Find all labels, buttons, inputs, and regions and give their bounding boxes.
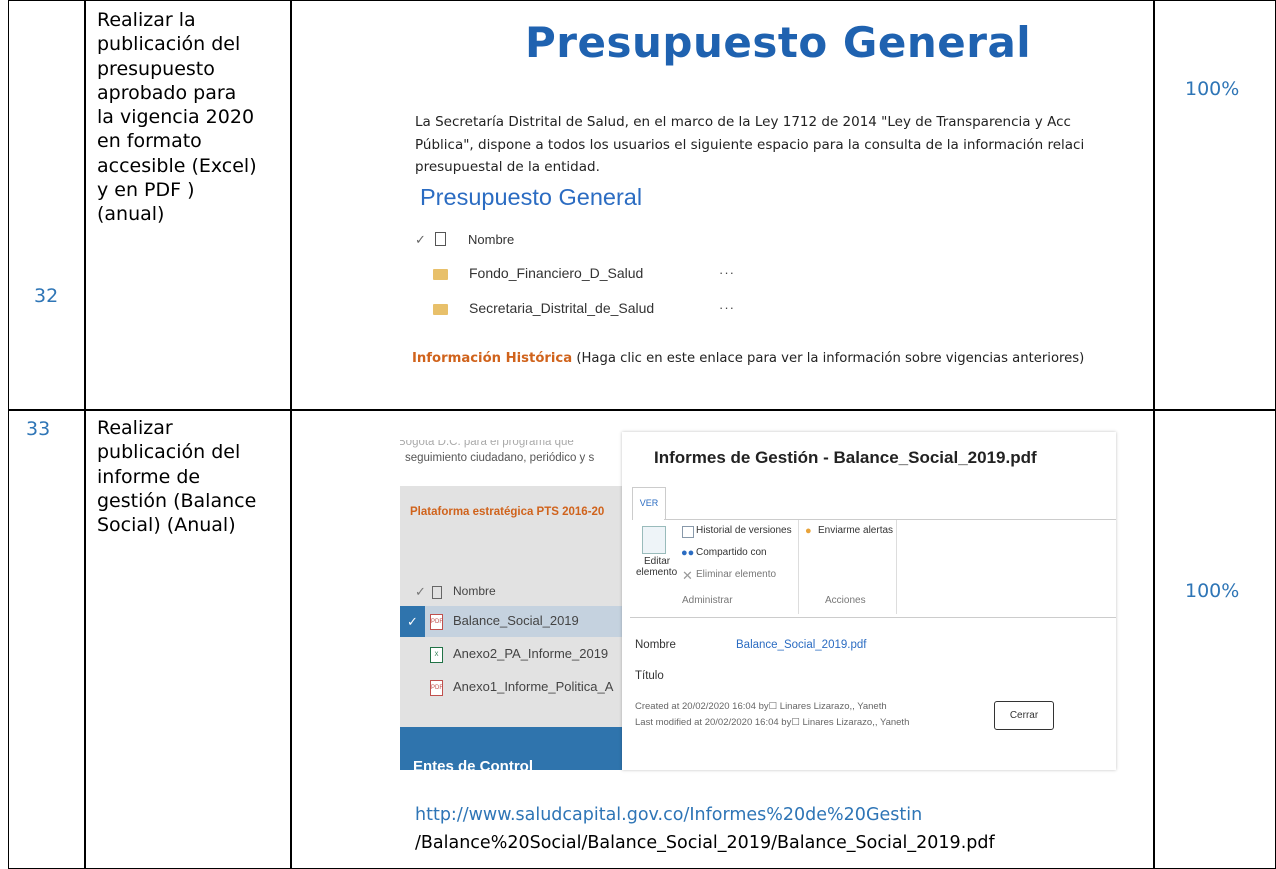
evidence-url-line-2: /Balance%20Social/Balance_Social_2019/Ba… (415, 833, 995, 853)
name-column-header[interactable]: Nombre (468, 232, 514, 247)
name-column-header[interactable]: Nombre (453, 584, 496, 598)
row-33-pct-cell (1153, 409, 1276, 869)
row-number: 32 (34, 285, 59, 307)
created-info: Created at 20/02/2020 16:04 by☐ Linares … (635, 701, 887, 712)
document-icon (435, 232, 446, 246)
edit-item-label-1[interactable]: Editar (644, 556, 670, 567)
row-32-pct-cell (1153, 0, 1276, 411)
more-options-icon[interactable]: ··· (719, 300, 735, 315)
evidence-url-line-1[interactable]: http://www.saludcapital.gov.co/Informes%… (415, 805, 922, 825)
document-library-screenshot: Bogotá D.C. para el programa que seguimi… (400, 440, 628, 770)
desc-line: publicación del (97, 441, 241, 464)
file-name[interactable]: Balance_Social_2019 (453, 613, 579, 628)
dialog-title: Informes de Gestión - Balance_Social_201… (654, 448, 1037, 467)
file-row[interactable]: PDF Anexo1_Informe_Politica_A (400, 672, 628, 703)
historical-info-link[interactable]: Información Histórica (412, 351, 572, 366)
folder-name[interactable]: Secretaria_Distrital_de_Salud (469, 300, 654, 316)
tab-ver[interactable]: VER (632, 487, 666, 520)
name-value-link[interactable]: Balance_Social_2019.pdf (736, 639, 866, 651)
completion-percent: 100% (1185, 580, 1240, 602)
alert-me-button[interactable]: Enviarme alertas (818, 525, 893, 536)
pdf-icon: PDF (430, 680, 443, 696)
file-row[interactable]: X Anexo2_PA_Informe_2019 (400, 639, 628, 670)
selected-check-icon[interactable]: ✓ (400, 606, 425, 637)
file-name[interactable]: Anexo1_Informe_Politica_A (453, 679, 613, 694)
desc-line: aprobado para (97, 81, 237, 104)
bell-icon: ● (805, 525, 812, 537)
desc-line: publicación del (97, 33, 241, 56)
desc-line: Realizar (97, 417, 173, 439)
close-button[interactable]: Cerrar (994, 701, 1054, 730)
modified-info: Last modified at 20/02/2020 16:04 by☐ Li… (635, 717, 910, 728)
row-description: Realizar publicación del informe de gest… (97, 416, 256, 537)
completion-percent: 100% (1185, 78, 1240, 100)
folder-icon (433, 304, 448, 315)
row-description: Realizar la publicación del presupuesto … (97, 8, 257, 227)
name-label: Nombre (635, 639, 676, 651)
page-title: Presupuesto General (525, 18, 1032, 67)
file-row-selected[interactable]: ✓ PDF Balance_Social_2019 (400, 606, 628, 637)
historical-info: Información Histórica (Haga clic en este… (412, 351, 1084, 366)
row-number: 33 (26, 418, 51, 440)
desc-line: gestión (Balance (97, 489, 257, 512)
entes-heading: Entes de Control (413, 758, 534, 770)
delete-item-button[interactable]: Eliminar elemento (696, 569, 776, 580)
desc-line: presupuesto (97, 57, 215, 80)
plataforma-link[interactable]: Plataforma estratégica PTS 2016-20 (410, 506, 604, 518)
folder-row[interactable]: Fondo_Financiero_D_Salud ··· (430, 264, 750, 286)
edit-icon[interactable] (642, 526, 666, 554)
ribbon: VER Editar elemento Historial de version… (630, 487, 1116, 618)
desc-line: informe de (97, 465, 201, 488)
intro-paragraph: La Secretaría Distrital de Salud, en el … (415, 111, 1120, 179)
para-line: Pública", dispone a todos los usuarios e… (415, 136, 1085, 153)
para-line: La Secretaría Distrital de Salud, en el … (415, 114, 1071, 130)
delete-icon: ✕ (682, 568, 693, 583)
desc-line: en formato (97, 130, 202, 153)
history-icon (682, 526, 694, 538)
document-icon (432, 586, 442, 599)
file-properties-dialog: Informes de Gestión - Balance_Social_201… (622, 432, 1116, 770)
more-options-icon[interactable]: ··· (719, 265, 735, 280)
edit-item-label-2[interactable]: elemento (636, 567, 677, 578)
shared-with-button[interactable]: Compartido con (696, 547, 767, 558)
excel-icon: X (430, 647, 443, 663)
actions-group-label: Acciones (825, 595, 866, 606)
folder-row[interactable]: Secretaria_Distrital_de_Salud ··· (430, 299, 750, 321)
check-icon[interactable]: ✓ (415, 232, 426, 248)
desc-line: accesible (Excel) (97, 154, 257, 177)
para-line: presupuestal de la entidad. (415, 159, 600, 175)
row-33-num-cell (8, 409, 86, 869)
desc-line: (anual) (97, 203, 165, 226)
folder-name[interactable]: Fondo_Financiero_D_Salud (469, 265, 643, 281)
desc-line: Realizar la (97, 9, 196, 31)
row-32-num-cell (8, 0, 86, 411)
check-icon[interactable]: ✓ (415, 584, 426, 600)
desc-line: Social) (Anual) (97, 514, 236, 537)
file-name[interactable]: Anexo2_PA_Informe_2019 (453, 646, 608, 661)
desc-line: y en PDF ) (97, 179, 195, 202)
pdf-icon: PDF (430, 614, 443, 630)
desc-line: la vigencia 2020 (97, 106, 255, 129)
title-label: Título (635, 670, 664, 682)
bg-text-line: seguimiento ciudadano, periódico y s (405, 452, 595, 464)
version-history-button[interactable]: Historial de versiones (696, 525, 792, 536)
historical-info-text: (Haga clic en este enlace para ver la in… (572, 351, 1085, 366)
shared-with-icon: ●● (681, 547, 695, 559)
library-header-row: ✓ Nombre (400, 577, 628, 608)
library-header-row: ✓ Nombre (415, 232, 755, 252)
folder-icon (433, 269, 448, 280)
admin-group-label: Administrar (682, 595, 733, 606)
library-title[interactable]: Presupuesto General (420, 184, 642, 211)
bg-text-line: Bogotá D.C. para el programa que (400, 440, 574, 448)
